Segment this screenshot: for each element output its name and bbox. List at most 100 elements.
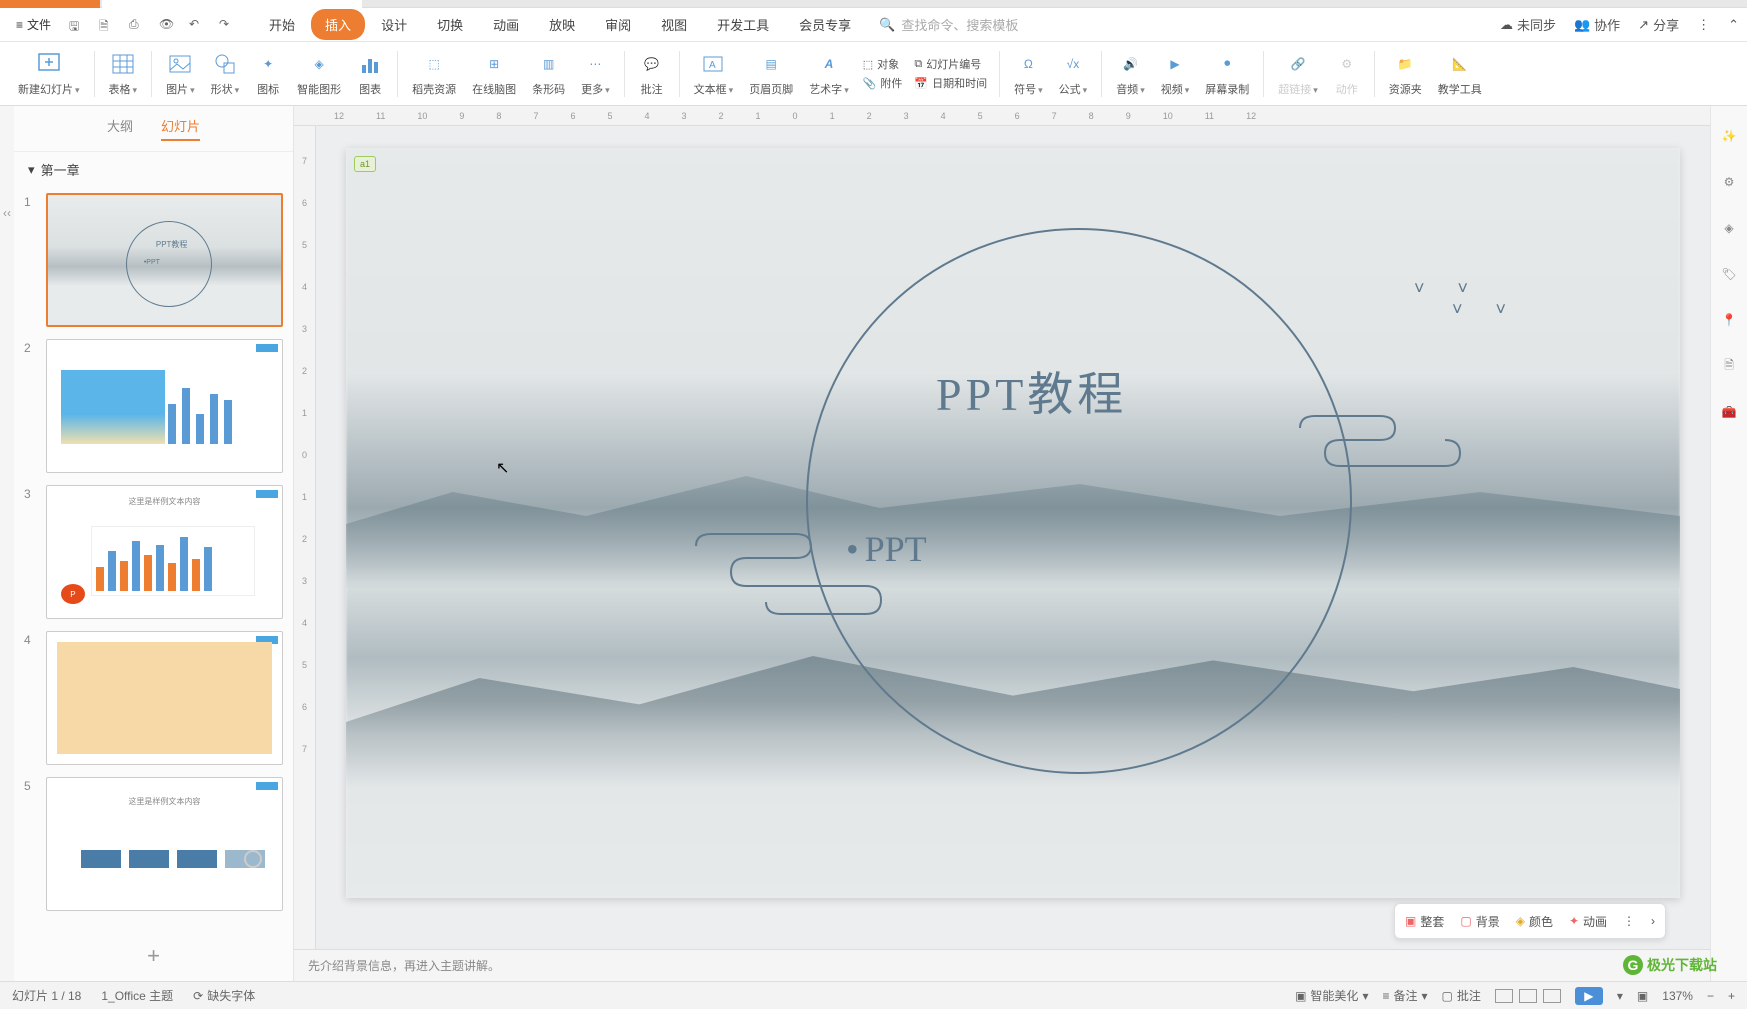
assets-button[interactable]: 📁资源夹: [1381, 51, 1430, 97]
chart-button[interactable]: 图表: [349, 51, 391, 97]
docer-button[interactable]: ⬚稻壳资源: [404, 51, 464, 97]
comment-marker[interactable]: a1: [354, 156, 376, 172]
tab-animation[interactable]: 动画: [479, 9, 533, 40]
video-button[interactable]: ▶视频: [1153, 51, 1198, 97]
tab-design[interactable]: 设计: [367, 9, 421, 40]
barcode-button[interactable]: ▥条形码: [524, 51, 573, 97]
datetime-button[interactable]: 📅 日期和时间: [914, 75, 987, 91]
tab-slideshow[interactable]: 放映: [535, 9, 589, 40]
slide-canvas[interactable]: PPT教程 PPT ˅ ˅ ˅ ˅ a1 ↖: [346, 148, 1680, 898]
color-button[interactable]: ◈颜色: [1516, 913, 1553, 930]
thumbnail-4[interactable]: [46, 631, 283, 765]
app-tab[interactable]: [0, 0, 100, 8]
panel-tab-slides[interactable]: 幻灯片: [161, 116, 200, 141]
thumbnail-2[interactable]: [46, 339, 283, 473]
slideshow-button[interactable]: ▶: [1575, 987, 1603, 1005]
attachment-button[interactable]: 📎 附件: [863, 75, 903, 91]
table-button[interactable]: 表格: [101, 51, 146, 97]
smartart-button[interactable]: ◈智能图形: [289, 51, 349, 97]
float-close-icon[interactable]: ›: [1651, 914, 1655, 928]
rail-style-icon[interactable]: ◈: [1719, 218, 1739, 238]
rail-settings-icon[interactable]: ⚙: [1719, 172, 1739, 192]
textbox-button[interactable]: A文本框: [686, 51, 742, 97]
header-footer-button[interactable]: ▤页眉页脚: [741, 51, 801, 97]
tab-devtools[interactable]: 开发工具: [703, 9, 783, 40]
equation-button[interactable]: √x公式: [1051, 51, 1096, 97]
rail-doc-icon[interactable]: 🗎: [1719, 356, 1739, 376]
reading-view-icon[interactable]: [1543, 989, 1561, 1003]
shapes-button[interactable]: 形状: [203, 51, 248, 97]
file-menu[interactable]: ≡ 文件: [8, 12, 59, 37]
sync-status[interactable]: ☁ 未同步: [1500, 15, 1556, 34]
sorter-view-icon[interactable]: [1519, 989, 1537, 1003]
chapter-label: 第一章: [41, 160, 80, 179]
teaching-tools-button[interactable]: 📐教学工具: [1430, 51, 1490, 97]
normal-view-icon[interactable]: [1495, 989, 1513, 1003]
slide-counter[interactable]: 幻灯片 1 / 18: [12, 987, 81, 1004]
slide-title[interactable]: PPT教程: [936, 358, 1127, 424]
redo-icon[interactable]: ↷: [219, 17, 235, 33]
comment-button[interactable]: 💬批注: [631, 51, 673, 97]
bg-button[interactable]: ▢背景: [1460, 913, 1499, 930]
undo-icon[interactable]: ↶: [189, 17, 205, 33]
symbol-button[interactable]: Ω符号: [1006, 51, 1051, 97]
doc-tab[interactable]: [102, 0, 362, 8]
share-button[interactable]: ↗ 分享: [1638, 15, 1679, 34]
more-icon[interactable]: ⋮: [1697, 17, 1710, 33]
zoom-level[interactable]: 137%: [1662, 989, 1693, 1003]
rail-toolbox-icon[interactable]: 🧰: [1719, 402, 1739, 422]
anim-button[interactable]: ✦动画: [1569, 913, 1607, 930]
picture-button[interactable]: 图片: [158, 51, 203, 97]
panel-tab-outline[interactable]: 大纲: [107, 116, 133, 141]
zoom-in-icon[interactable]: +: [1728, 989, 1735, 1003]
save-icon[interactable]: 🖫: [69, 17, 85, 33]
cloud-decoration-2[interactable]: [686, 528, 906, 638]
chapter-row[interactable]: ▾ 第一章: [14, 152, 293, 187]
rail-location-icon[interactable]: 📍: [1719, 310, 1739, 330]
beautify-button[interactable]: ▣ 智能美化 ▾: [1295, 987, 1368, 1004]
save-as-icon[interactable]: 🗎: [99, 17, 115, 33]
collab-button[interactable]: 👥 协作: [1574, 15, 1620, 34]
thumbnail-5[interactable]: 这里是样例文本内容: [46, 777, 283, 911]
theme-label[interactable]: 1_Office 主题: [101, 987, 173, 1004]
zoom-out-icon[interactable]: −: [1707, 989, 1714, 1003]
notes-button[interactable]: ≡ 备注 ▾: [1382, 987, 1427, 1004]
collapse-left-icon[interactable]: ‹‹: [3, 206, 11, 220]
thumbnail-1[interactable]: PPT教程 •PPT: [46, 193, 283, 327]
tab-transition[interactable]: 切换: [423, 9, 477, 40]
print-icon[interactable]: ⎙: [129, 17, 145, 33]
print-preview-icon[interactable]: 👁: [159, 17, 175, 33]
rail-ai-icon[interactable]: ✨: [1719, 126, 1739, 146]
audio-button[interactable]: 🔊音频: [1108, 51, 1153, 97]
thumbnails-list[interactable]: 1 PPT教程 •PPT 2 3 这里是样例文本内容 P 4: [14, 187, 293, 931]
cloud-decoration-1[interactable]: [1290, 408, 1480, 488]
missing-font-button[interactable]: ⟳ 缺失字体: [193, 987, 255, 1004]
rail-tag-icon[interactable]: 🏷: [1719, 264, 1739, 284]
tab-insert[interactable]: 插入: [311, 9, 365, 40]
notes-pane[interactable]: 先介绍背景信息，再进入主题讲解。: [294, 949, 1710, 981]
more-button[interactable]: ⋯更多: [573, 51, 618, 97]
add-slide-button[interactable]: +: [147, 943, 160, 969]
ribbon-tabs: 开始 插入 设计 切换 动画 放映 审阅 视图 开发工具 会员专享: [255, 9, 865, 40]
collapse-ribbon-icon[interactable]: ⌃: [1728, 17, 1739, 33]
tab-home[interactable]: 开始: [255, 9, 309, 40]
slide-number-button[interactable]: ⧉ 幻灯片编号: [914, 56, 987, 72]
float-more-icon[interactable]: ⋮: [1623, 914, 1635, 928]
mindmap-button[interactable]: ⊞在线脑图: [464, 51, 524, 97]
zoom-fit-icon[interactable]: ▣: [1637, 989, 1648, 1003]
icons-button[interactable]: ✦图标: [247, 51, 289, 97]
tab-view[interactable]: 视图: [647, 9, 701, 40]
new-slide-button[interactable]: 新建幻灯片: [10, 51, 88, 97]
play-dropdown-icon[interactable]: ▾: [1617, 989, 1623, 1003]
thumbnail-3[interactable]: 这里是样例文本内容 P: [46, 485, 283, 619]
comments-button[interactable]: ▢ 批注: [1442, 987, 1481, 1004]
object-button[interactable]: ⬚ 对象: [863, 56, 903, 72]
wordart-button[interactable]: A艺术字: [801, 51, 857, 97]
tab-vip[interactable]: 会员专享: [785, 9, 865, 40]
slide-stage[interactable]: PPT教程 PPT ˅ ˅ ˅ ˅ a1 ↖ ▣整套 ▢背景 ◈颜色: [316, 126, 1710, 949]
set-button[interactable]: ▣整套: [1405, 913, 1444, 930]
screen-record-button[interactable]: ⏺屏幕录制: [1197, 51, 1257, 97]
tab-review[interactable]: 审阅: [591, 9, 645, 40]
command-search[interactable]: 🔍 查找命令、搜索模板: [879, 15, 1018, 34]
decorative-circle[interactable]: [806, 228, 1352, 774]
